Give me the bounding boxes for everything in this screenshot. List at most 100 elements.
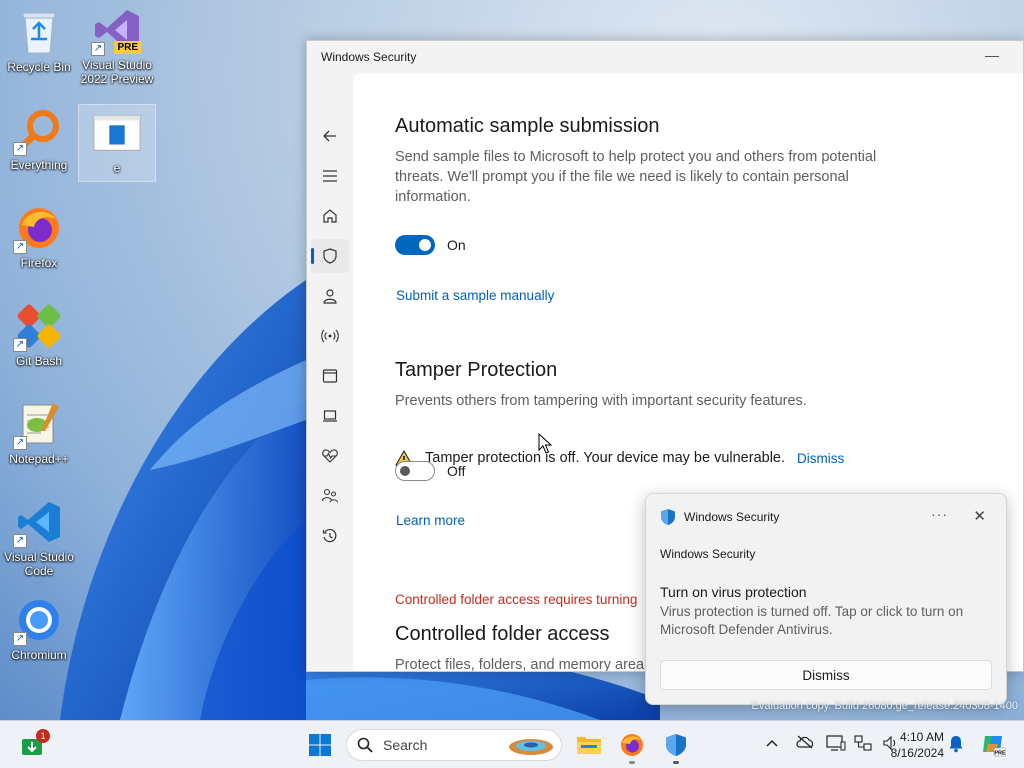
desktop-icon-notepadpp[interactable]: ↗ Notepad++	[0, 400, 78, 466]
app-browser-icon	[322, 369, 338, 383]
desktop-icon-label: Notepad++	[9, 452, 69, 466]
svg-text:PRE: PRE	[994, 750, 1006, 756]
shortcut-arrow-icon: ↗	[13, 338, 27, 352]
chevron-up-icon	[766, 739, 778, 747]
desktop-icon-recycle-bin[interactable]: Recycle Bin	[0, 8, 78, 74]
desktop-icon-vscode[interactable]: ↗ Visual Studio Code	[0, 498, 78, 578]
search-icon	[357, 737, 373, 753]
shortcut-arrow-icon: ↗	[13, 142, 27, 156]
cloud-off-icon	[796, 735, 814, 749]
clock-date: 8/16/2024	[890, 746, 944, 760]
tamper-dismiss-link[interactable]: Dismiss	[797, 451, 844, 466]
firefox-icon	[621, 734, 643, 756]
running-indicator	[673, 761, 679, 764]
desktop-icon-label: Visual Studio Code	[4, 550, 74, 578]
nav-account-protection[interactable]	[311, 279, 349, 313]
window-titlebar[interactable]: Windows Security —	[307, 41, 1023, 73]
taskbar-firefox[interactable]	[614, 729, 650, 764]
desktop-icon-firefox[interactable]: ↗ Firefox	[0, 204, 78, 270]
submit-sample-link[interactable]: Submit a sample manually	[396, 288, 554, 303]
section-heading-tamper: Tamper Protection	[395, 359, 558, 381]
back-button[interactable]	[311, 119, 349, 153]
chromium-icon: ↗	[13, 596, 63, 646]
taskbar-store-update[interactable]: 1	[14, 729, 50, 761]
menu-button[interactable]	[311, 159, 349, 193]
health-icon	[322, 449, 338, 463]
search-placeholder: Search	[383, 737, 428, 753]
nav-settings[interactable]	[311, 671, 349, 672]
nav-app-browser-control[interactable]	[311, 359, 349, 393]
section-heading-auto-sample: Automatic sample submission	[395, 115, 660, 137]
tray-onedrive[interactable]	[795, 735, 815, 752]
toast-notification[interactable]: Windows Security ··· ✕ Windows Security …	[645, 493, 1007, 705]
nav-virus-protection[interactable]	[311, 239, 349, 273]
toast-close-button[interactable]: ✕	[973, 507, 986, 525]
windows-security-shield-icon	[661, 509, 675, 525]
evaluation-watermark: Evaluation copy. Build 26080.ge_release.…	[751, 700, 1018, 712]
nav-family-options[interactable]	[311, 479, 349, 513]
display-icon	[826, 735, 846, 751]
shield-icon	[323, 248, 337, 264]
copilot-button[interactable]: PRE	[980, 731, 1007, 760]
clock-time: 4:10 AM	[899, 730, 944, 744]
history-icon	[322, 528, 337, 543]
tamper-warning-text: Tamper protection is off. Your device ma…	[425, 450, 786, 466]
auto-sample-toggle[interactable]	[395, 235, 435, 255]
tamper-toggle[interactable]	[395, 461, 435, 481]
shortcut-arrow-icon: ↗	[13, 436, 27, 450]
notepadpp-icon: ↗	[13, 400, 63, 450]
window-file-icon	[93, 109, 141, 157]
folder-icon	[577, 737, 601, 754]
desktop-icon-label: Everything	[10, 158, 68, 172]
learn-more-link[interactable]: Learn more	[396, 513, 465, 528]
nav-home[interactable]	[311, 199, 349, 233]
network-status-icon	[854, 735, 872, 751]
notification-center-button[interactable]	[948, 735, 964, 756]
shortcut-arrow-icon: ↗	[13, 240, 27, 254]
nav-protection-history[interactable]	[311, 519, 349, 553]
desktop-icon-chromium[interactable]: ↗ Chromium	[0, 596, 78, 662]
device-security-icon	[323, 410, 337, 422]
tray-network[interactable]	[854, 735, 872, 754]
windows-logo-icon	[309, 734, 331, 756]
desktop-icon-visual-studio[interactable]: PRE ↗ Visual Studio 2022 Preview	[78, 6, 156, 86]
toast-title: Turn on virus protection	[660, 584, 807, 600]
desktop-icon-git-bash[interactable]: ↗ Git Bash	[0, 302, 78, 368]
running-indicator	[629, 761, 635, 764]
firefox-icon: ↗	[13, 204, 63, 254]
nav-device-health[interactable]	[311, 439, 349, 473]
vscode-icon: ↗	[13, 498, 63, 548]
toast-dismiss-button[interactable]: Dismiss	[660, 660, 992, 690]
toast-more-options-button[interactable]: ···	[931, 506, 948, 522]
taskbar-search-box[interactable]: Search	[346, 729, 562, 761]
home-icon	[323, 209, 337, 223]
git-bash-icon: ↗	[13, 302, 63, 352]
start-button[interactable]	[302, 729, 338, 761]
taskbar: 1 Search 4:10 AM 8/16/2024 PRE	[0, 720, 1024, 768]
desktop-icon-label: Visual Studio 2022 Preview	[80, 58, 154, 86]
show-hidden-icons-button[interactable]	[765, 735, 779, 751]
desktop-icon-label: Chromium	[11, 648, 67, 662]
family-icon	[321, 488, 339, 503]
windows-security-shield-icon	[666, 734, 686, 756]
taskbar-file-explorer[interactable]	[571, 729, 607, 761]
minimize-button[interactable]: —	[985, 47, 999, 63]
shortcut-arrow-icon: ↗	[91, 42, 105, 56]
tamper-toggle-label: Off	[447, 463, 466, 479]
preview-badge: PRE	[114, 41, 141, 54]
desktop-icon-e[interactable]: e	[78, 104, 156, 182]
nav-device-security[interactable]	[311, 399, 349, 433]
desktop-icon-label: Recycle Bin	[7, 60, 71, 74]
tray-display[interactable]	[826, 735, 846, 754]
desktop-icon-everything[interactable]: ↗ Everything	[0, 106, 78, 172]
recycle-bin-icon	[15, 8, 63, 56]
desktop-icon-label: Git Bash	[15, 354, 63, 368]
toast-subtitle: Windows Security	[660, 547, 756, 561]
taskbar-windows-security[interactable]	[658, 729, 694, 764]
left-navigation	[307, 73, 353, 671]
taskbar-clock[interactable]: 4:10 AM 8/16/2024	[891, 729, 944, 761]
mouse-cursor-icon	[538, 433, 552, 454]
nav-firewall-network[interactable]	[311, 319, 349, 353]
desktop-icon-label: e	[113, 161, 121, 175]
window-title: Windows Security	[321, 50, 417, 64]
